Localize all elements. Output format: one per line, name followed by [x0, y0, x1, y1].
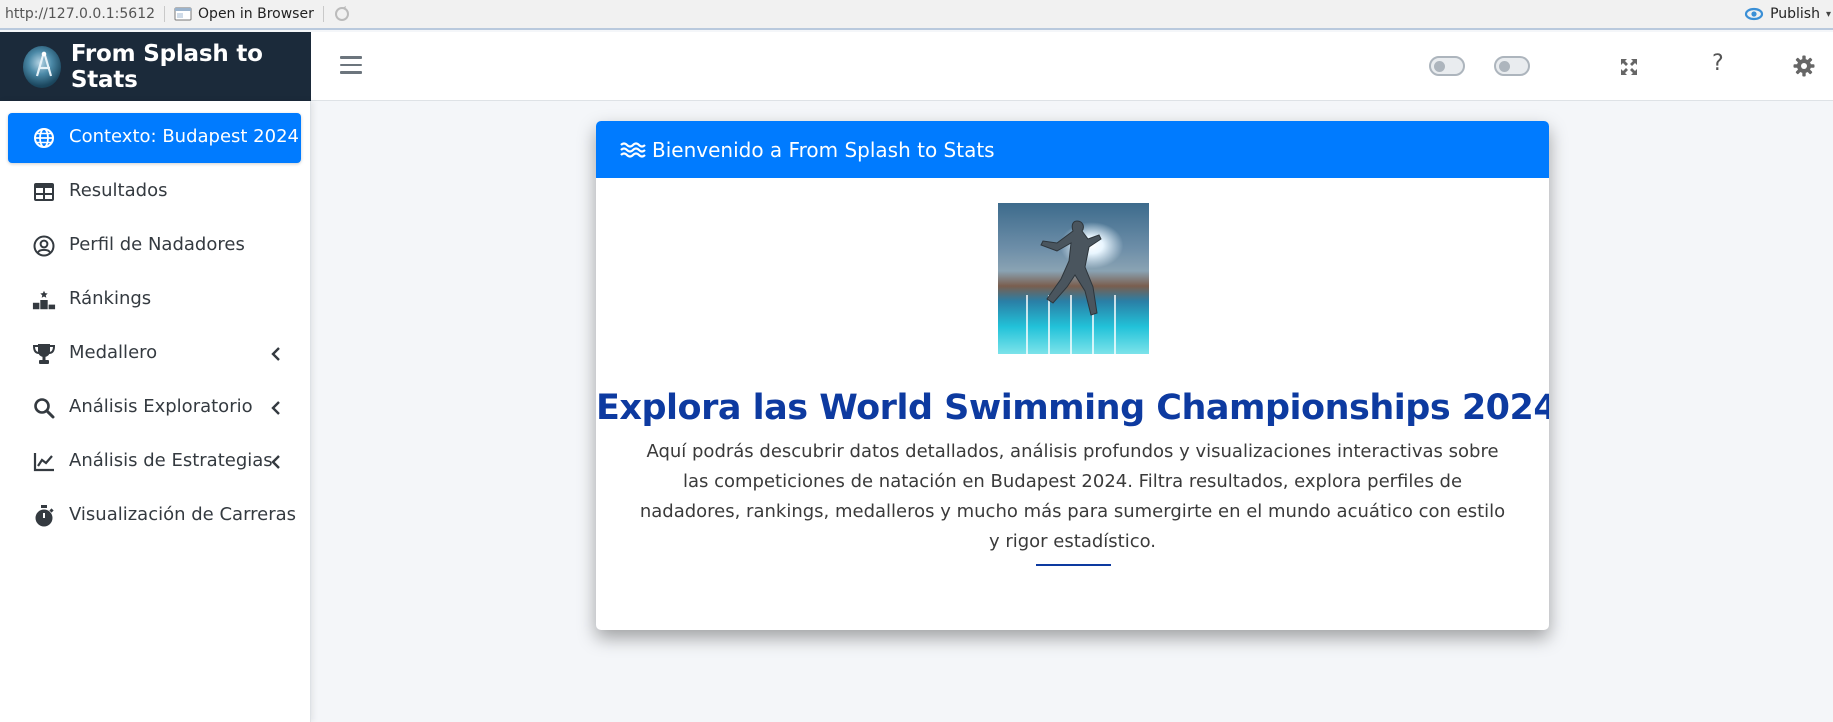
toolbar-separator [164, 6, 166, 22]
sidebar-item-label: Contexto: Budapest 2024 [69, 126, 299, 147]
sidebar-item-visualizacion[interactable]: Visualización de Carreras [8, 491, 301, 541]
hero-description: Aquí podrás descubrir datos detallados, … [639, 441, 1506, 552]
globe-icon [32, 126, 56, 150]
chevron-left-icon [269, 451, 283, 473]
sidebar-item-label: Ránkings [69, 288, 152, 309]
water-icon [620, 141, 646, 158]
sidebar: Contexto: Budapest 2024 Resultados Perfi… [0, 101, 311, 722]
stopwatch-icon [32, 504, 56, 528]
publish-icon [1744, 7, 1764, 21]
sidebar-item-resultados[interactable]: Resultados [8, 167, 301, 217]
chevron-left-icon [269, 397, 283, 419]
line-chart-icon [32, 450, 56, 474]
trophy-icon [32, 342, 56, 366]
top-navbar: ? [311, 32, 1833, 101]
swimmer-logo [23, 45, 61, 88]
brand-title: From Splash to Stats [70, 40, 263, 93]
reload-button[interactable] [333, 5, 351, 23]
open-in-browser-label: Open in Browser [198, 6, 314, 22]
sidebar-item-label: Medallero [69, 342, 158, 363]
sidebar-item-rankings[interactable]: Ránkings [8, 275, 301, 325]
chevron-down-icon: ▾ [1825, 8, 1831, 20]
viewer-toolbar: http://127.0.0.1:5612 Open in Browser Pu… [0, 0, 1833, 30]
viewer-url[interactable]: http://127.0.0.1:5612 [0, 6, 155, 22]
hero-title: Explora las World Swimming Championships… [596, 388, 1549, 428]
dark-mode-toggle[interactable] [1429, 56, 1465, 76]
sidebar-item-perfil[interactable]: Perfil de Nadadores [8, 221, 301, 271]
sidebar-item-label: Análisis de Estrategias [69, 450, 273, 471]
settings-toggle[interactable] [1494, 56, 1530, 76]
menu-toggle-icon[interactable] [340, 56, 362, 76]
publish-label: Publish [1770, 6, 1820, 22]
brand-link[interactable]: From Splash to Stats [0, 32, 311, 101]
toolbar-separator [322, 6, 324, 22]
gear-icon[interactable] [1792, 54, 1816, 78]
fullscreen-icon[interactable] [1618, 56, 1640, 78]
help-button[interactable]: ? [1712, 51, 1724, 76]
user-circle-icon [32, 234, 56, 258]
open-in-browser-button[interactable]: Open in Browser [174, 6, 314, 22]
divider [1036, 564, 1111, 566]
sidebar-item-label: Perfil de Nadadores [69, 234, 245, 255]
sidebar-item-label: Análisis Exploratorio [69, 396, 253, 417]
sidebar-item-analisis-exploratorio[interactable]: Análisis Exploratorio [8, 383, 301, 433]
swimmer-hero-image [998, 203, 1149, 354]
sidebar-item-analisis-estrategias[interactable]: Análisis de Estrategias [8, 437, 301, 487]
sidebar-item-medallero[interactable]: Medallero [8, 329, 301, 379]
welcome-card: Bienvenido a From Splash to Stats Explor… [596, 121, 1549, 630]
reload-icon [334, 6, 349, 21]
search-icon [32, 396, 56, 420]
sidebar-item-contexto[interactable]: Contexto: Budapest 2024 [8, 113, 301, 163]
sidebar-item-label: Visualización de Carreras [69, 504, 297, 525]
browser-window-icon [174, 7, 192, 21]
card-header: Bienvenido a From Splash to Stats [596, 121, 1549, 178]
podium-icon [32, 288, 56, 312]
chevron-left-icon [269, 343, 283, 365]
card-header-title: Bienvenido a From Splash to Stats [652, 137, 995, 162]
sidebar-item-label: Resultados [69, 180, 168, 201]
publish-button[interactable]: Publish ▾ [1744, 0, 1833, 28]
table-icon [32, 180, 56, 204]
